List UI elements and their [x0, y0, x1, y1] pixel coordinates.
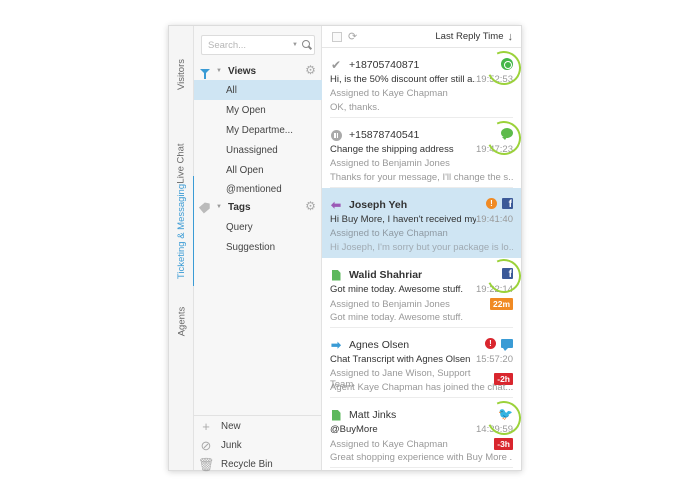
- conversation-subject: Change the shipping address: [330, 144, 454, 155]
- vertical-tab-strip: Visitors Live Chat Ticketing & Messaging…: [169, 26, 195, 470]
- check-icon: ✔: [330, 58, 342, 72]
- facebook-icon: f: [502, 268, 513, 279]
- forward-arrow-icon: ➡: [330, 338, 342, 352]
- tab-ticketing-label: Ticketing & Messaging: [176, 183, 187, 279]
- conversation-assignee: Assigned to Kaye Chapman: [330, 438, 448, 450]
- search-icon[interactable]: [301, 40, 312, 50]
- conversation-item[interactable]: Walid Shahriar f Got mine today. Awesome…: [330, 254, 526, 328]
- tab-ticketing-messaging[interactable]: Ticketing & Messaging: [169, 176, 195, 286]
- search-options-caret-icon[interactable]: ▼: [292, 42, 298, 48]
- recycle-bin-button[interactable]: 🗑 Recycle Bin: [194, 455, 322, 474]
- tab-agents-label: Agents: [176, 306, 188, 336]
- chat-icon: [501, 339, 513, 351]
- conversation-preview: Agent Kaye Chapman has joined the chat..…: [330, 382, 513, 393]
- conversation-preview: Great shopping experience with Buy More …: [330, 452, 513, 463]
- trash-icon: 🗑: [197, 456, 215, 472]
- reply-arrow-icon: ⬅: [330, 198, 342, 212]
- ticketing-panel: Visitors Live Chat Ticketing & Messaging…: [168, 25, 526, 472]
- view-item-all-open[interactable]: All Open: [194, 160, 322, 180]
- conversation-subject: Hi Buy More, I haven't received my...: [330, 214, 477, 225]
- conversation-assignee: Assigned to Kaye Chapman: [330, 228, 448, 239]
- sla-badge: 22m: [489, 298, 513, 310]
- sort-descending-arrow-icon[interactable]: ↓: [508, 31, 514, 43]
- conversation-item[interactable]: ✔ +18705740871 Hi, is the 50% discount o…: [330, 46, 526, 118]
- select-all-checkbox[interactable]: [332, 31, 342, 42]
- conversation-name: Walid Shahriar: [349, 269, 423, 281]
- conversation-preview: Hi Joseph, I'm sorry but your package is…: [330, 242, 513, 253]
- new-button[interactable]: + New: [194, 417, 322, 436]
- sort-by-button[interactable]: Last Reply Time: [435, 31, 503, 42]
- tags-title: Tags: [227, 201, 251, 213]
- conversation-name: +15878740541: [349, 129, 420, 141]
- conversation-assignee: Assigned to Benjamin Jones: [330, 298, 450, 310]
- view-item-unassigned[interactable]: Unassigned: [194, 140, 322, 160]
- conversation-name: Matt Jinks: [349, 409, 397, 421]
- folder-navigation: ▼ ▼ Views ⚙ All My Open My Departme... U…: [194, 26, 322, 472]
- nav-bottom-actions: + New ⊘ Junk 🗑 Recycle Bin: [194, 415, 322, 472]
- collapse-caret-icon[interactable]: ▼: [216, 204, 222, 210]
- view-item-my-department[interactable]: My Departme...: [194, 120, 322, 140]
- conversation-time: 14:39:59: [476, 424, 513, 435]
- document-icon: [330, 409, 342, 421]
- tab-visitors-label: Visitors: [176, 58, 188, 90]
- sla-badge: -3h: [494, 438, 513, 450]
- conversation-time: 19:22:14: [476, 284, 513, 295]
- conversation-item[interactable]: ➡ Agnes Olsen ! Chat Transcript with Agn…: [330, 328, 513, 398]
- facebook-icon: f: [502, 198, 513, 209]
- junk-button[interactable]: ⊘ Junk: [194, 436, 322, 455]
- views-group-header[interactable]: ▼ Views ⚙: [194, 61, 322, 81]
- recycle-bin-label: Recycle Bin: [221, 459, 273, 470]
- conversation-time: 19:47:23: [476, 144, 513, 155]
- block-icon: ⊘: [200, 437, 212, 453]
- filter-icon: [199, 68, 211, 79]
- refresh-icon[interactable]: ⟳: [348, 30, 357, 43]
- views-settings-gear-icon[interactable]: ⚙: [305, 64, 316, 76]
- conversation-name: +18705740871: [349, 59, 420, 71]
- search-box[interactable]: ▼: [201, 35, 315, 55]
- pause-icon: [330, 129, 342, 141]
- conversation-time: 15:57:20: [476, 354, 513, 365]
- junk-label: Junk: [221, 440, 242, 451]
- view-item-all[interactable]: All: [194, 80, 322, 100]
- whatsapp-icon: [501, 58, 513, 70]
- sms-icon: [501, 128, 513, 140]
- conversation-name: Joseph Yeh: [349, 199, 408, 211]
- collapse-caret-icon[interactable]: ▼: [216, 68, 222, 74]
- tag-item-query[interactable]: Query: [194, 217, 322, 237]
- conversation-time: 19:41:40: [476, 214, 513, 225]
- conversation-assignee: Assigned to Benjamin Jones: [330, 158, 450, 169]
- conversation-item[interactable]: +15878740541 Change the shipping address…: [330, 116, 526, 188]
- conversation-preview: Got mine today. Awesome stuff.: [330, 312, 464, 323]
- tag-item-suggestion[interactable]: Suggestion: [194, 237, 322, 257]
- new-label: New: [221, 421, 241, 432]
- conversation-subject: @BuyMore: [330, 424, 378, 435]
- conversation-subject: Chat Transcript with Agnes Olsen: [330, 354, 471, 365]
- conversation-list: ⟳ Last Reply Time ↓ ✔ +18705740871 Hi, i…: [322, 26, 526, 470]
- conversation-item[interactable]: Matt Jinks 🐦 @BuyMore 14:39:59 Assigned t…: [330, 396, 526, 468]
- tag-icon: [199, 203, 211, 211]
- tags-group-header[interactable]: ▼ Tags ⚙: [194, 197, 322, 217]
- list-toolbar: ⟳ Last Reply Time ↓: [322, 26, 521, 48]
- view-item-mentioned[interactable]: @mentioned: [194, 179, 322, 199]
- twitter-icon: 🐦: [498, 407, 513, 421]
- priority-alert-icon: !: [485, 338, 496, 349]
- search-input[interactable]: [208, 39, 288, 51]
- priority-alert-icon: !: [486, 198, 497, 209]
- conversation-time: 19:52:53: [476, 74, 513, 85]
- tab-visitors[interactable]: Visitors: [169, 26, 194, 122]
- tags-settings-gear-icon[interactable]: ⚙: [305, 200, 316, 212]
- conversation-preview: Thanks for your message, I'll change the…: [330, 172, 513, 183]
- conversation-name: Agnes Olsen: [349, 339, 410, 351]
- conversation-subject: Got mine today. Awesome stuff.: [330, 284, 464, 295]
- document-icon: [330, 269, 342, 281]
- plus-icon: +: [202, 419, 210, 434]
- conversation-item-selected[interactable]: ⬅ Joseph Yeh ! f Hi Buy More, I haven't …: [322, 188, 521, 258]
- views-title: Views: [227, 65, 257, 77]
- tab-agents[interactable]: Agents: [169, 288, 194, 354]
- conversation-preview: OK, thanks.: [330, 102, 380, 113]
- conversation-assignee: Assigned to Kaye Chapman: [330, 88, 448, 99]
- view-item-my-open[interactable]: My Open: [194, 100, 322, 120]
- conversation-subject: Hi, is the 50% discount offer still a...: [330, 74, 477, 85]
